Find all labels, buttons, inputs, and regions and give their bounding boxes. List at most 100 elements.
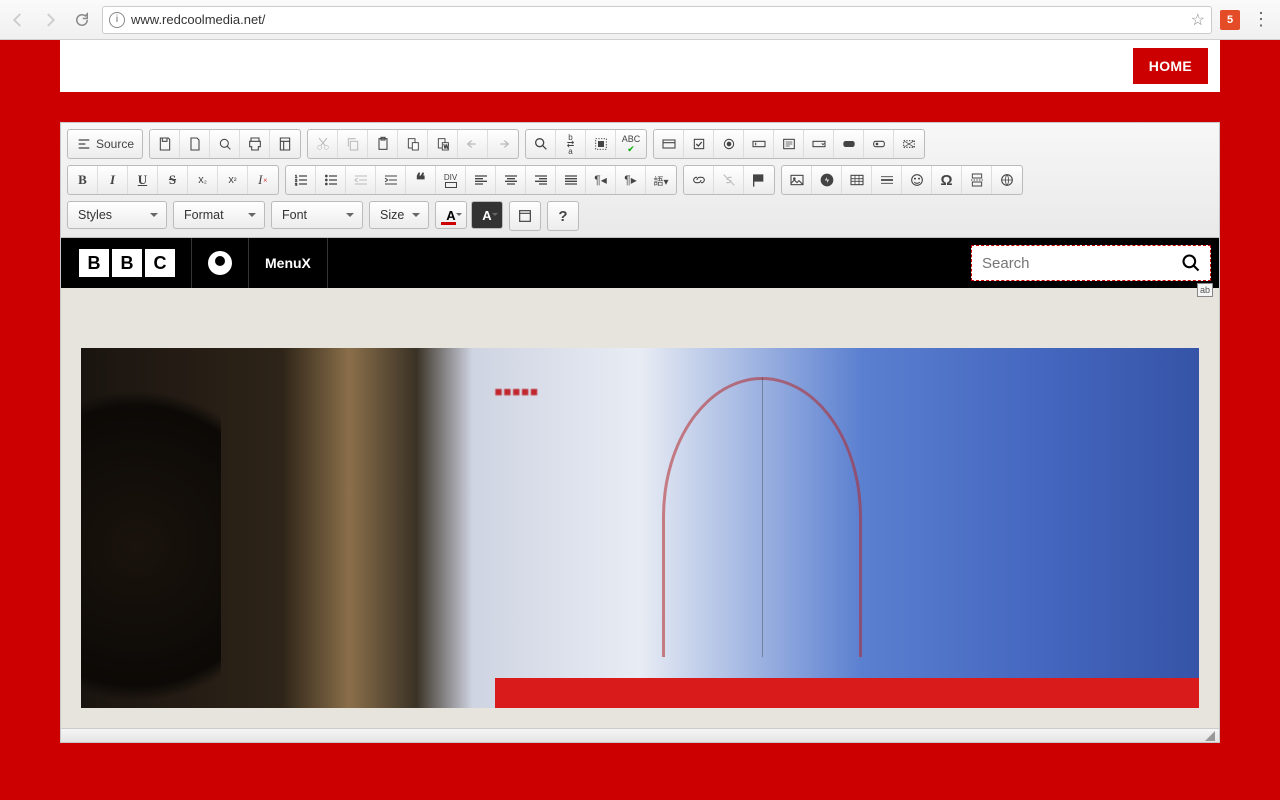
undo-button[interactable] bbox=[458, 130, 488, 158]
remove-format-button[interactable]: I× bbox=[248, 166, 278, 194]
imagebutton-button[interactable] bbox=[864, 130, 894, 158]
copy-button[interactable] bbox=[338, 130, 368, 158]
table-button[interactable] bbox=[842, 166, 872, 194]
superscript-button[interactable]: x² bbox=[218, 166, 248, 194]
new-page-button[interactable] bbox=[180, 130, 210, 158]
home-button[interactable]: HOME bbox=[1133, 48, 1208, 84]
text-color-button[interactable]: A bbox=[435, 201, 467, 229]
spellcheck-button[interactable]: ABC✔ bbox=[616, 130, 646, 158]
forward-button[interactable] bbox=[38, 8, 62, 32]
bookmark-star-icon[interactable]: ☆ bbox=[1191, 10, 1205, 30]
svg-text:3: 3 bbox=[295, 181, 298, 186]
hero-news-image[interactable]: ■■■■■ bbox=[81, 348, 1199, 708]
save-button[interactable] bbox=[150, 130, 180, 158]
hr-button[interactable] bbox=[872, 166, 902, 194]
textcolor-A: A bbox=[446, 208, 455, 223]
bbc-search-wrap: ab bbox=[971, 245, 1211, 281]
replace-bot: a bbox=[568, 148, 572, 155]
resize-grip-icon[interactable] bbox=[1205, 731, 1215, 741]
source-button[interactable]: Source bbox=[68, 130, 142, 158]
ckeditor-panel: Source W bbox=[60, 122, 1220, 743]
editor-content-area[interactable]: B B C MenuX ab ■■■■■ bbox=[61, 238, 1219, 728]
preview-button[interactable] bbox=[210, 130, 240, 158]
format-select[interactable]: Format bbox=[173, 201, 265, 229]
smiley-button[interactable] bbox=[902, 166, 932, 194]
strike-button[interactable]: S bbox=[158, 166, 188, 194]
outdent-button[interactable] bbox=[346, 166, 376, 194]
bbc-logo-c: C bbox=[145, 249, 175, 277]
site-info-icon[interactable]: i bbox=[109, 12, 125, 28]
news-ticker-banner bbox=[495, 678, 1199, 708]
reload-button[interactable] bbox=[70, 8, 94, 32]
spellcheck-badge: ab bbox=[1197, 283, 1213, 297]
textfield-button[interactable] bbox=[744, 130, 774, 158]
bbc-logo-b1: B bbox=[79, 249, 109, 277]
indent-button[interactable] bbox=[376, 166, 406, 194]
pagebreak-button[interactable] bbox=[962, 166, 992, 194]
link-button[interactable] bbox=[684, 166, 714, 194]
page-body: HOME Source bbox=[0, 40, 1280, 800]
align-center-button[interactable] bbox=[496, 166, 526, 194]
toolbar-row-3: Styles Format Font Size A A ? bbox=[67, 201, 1213, 231]
paste-button[interactable] bbox=[368, 130, 398, 158]
cut-button[interactable] bbox=[308, 130, 338, 158]
textarea-button[interactable] bbox=[774, 130, 804, 158]
anchor-button[interactable] bbox=[744, 166, 774, 194]
align-right-button[interactable] bbox=[526, 166, 556, 194]
align-left-button[interactable] bbox=[466, 166, 496, 194]
styles-select[interactable]: Styles bbox=[67, 201, 167, 229]
html5-extension-icon[interactable]: 5 bbox=[1220, 10, 1240, 30]
editor-statusbar bbox=[61, 728, 1219, 742]
bbc-logo-b2: B bbox=[112, 249, 142, 277]
align-justify-button[interactable] bbox=[556, 166, 586, 194]
redo-button[interactable] bbox=[488, 130, 518, 158]
div-container-button[interactable]: DIV bbox=[436, 166, 466, 194]
ltr-button[interactable]: ¶◂ bbox=[586, 166, 616, 194]
image-button[interactable] bbox=[782, 166, 812, 194]
bbc-logo[interactable]: B B C bbox=[79, 249, 175, 277]
paste-text-button[interactable] bbox=[398, 130, 428, 158]
editor-toolbar: Source W bbox=[61, 123, 1219, 238]
underline-button[interactable]: U bbox=[128, 166, 158, 194]
rtl-button[interactable]: ¶▸ bbox=[616, 166, 646, 194]
blockquote-button[interactable]: ❝ bbox=[406, 166, 436, 194]
address-bar[interactable]: i www.redcoolmedia.net/ ☆ bbox=[102, 6, 1212, 34]
button-field-button[interactable] bbox=[834, 130, 864, 158]
about-button[interactable]: ? bbox=[548, 202, 578, 230]
bbc-menu-button[interactable]: MenuX bbox=[265, 255, 311, 271]
find-button[interactable] bbox=[526, 130, 556, 158]
bgcolor-A: A bbox=[482, 208, 491, 223]
iframe-button[interactable] bbox=[992, 166, 1022, 194]
signin-icon[interactable] bbox=[208, 251, 232, 275]
browser-chrome: i www.redcoolmedia.net/ ☆ 5 ⋮ bbox=[0, 0, 1280, 40]
select-all-button[interactable] bbox=[586, 130, 616, 158]
form-button[interactable] bbox=[654, 130, 684, 158]
italic-button[interactable]: I bbox=[98, 166, 128, 194]
hiddenfield-button[interactable] bbox=[894, 130, 924, 158]
replace-button[interactable]: b⇄a bbox=[556, 130, 586, 158]
size-select[interactable]: Size bbox=[369, 201, 429, 229]
browser-menu-icon[interactable]: ⋮ bbox=[1248, 9, 1274, 30]
spellcheck-abc: ABC bbox=[622, 134, 641, 144]
bg-color-button[interactable]: A bbox=[471, 201, 503, 229]
unlink-button[interactable] bbox=[714, 166, 744, 194]
radio-button[interactable] bbox=[714, 130, 744, 158]
language-button[interactable]: 語▾ bbox=[646, 166, 676, 194]
checkbox-button[interactable] bbox=[684, 130, 714, 158]
select-field-button[interactable] bbox=[804, 130, 834, 158]
bulleted-list-button[interactable] bbox=[316, 166, 346, 194]
specialchar-button[interactable]: Ω bbox=[932, 166, 962, 194]
back-button[interactable] bbox=[6, 8, 30, 32]
search-icon[interactable] bbox=[1181, 253, 1201, 273]
maximize-button[interactable] bbox=[510, 202, 540, 230]
search-input[interactable] bbox=[971, 245, 1211, 281]
bold-button[interactable]: B bbox=[68, 166, 98, 194]
print-button[interactable] bbox=[240, 130, 270, 158]
source-label: Source bbox=[96, 137, 134, 151]
flash-button[interactable] bbox=[812, 166, 842, 194]
numbered-list-button[interactable]: 123 bbox=[286, 166, 316, 194]
subscript-button[interactable]: x₂ bbox=[188, 166, 218, 194]
font-select[interactable]: Font bbox=[271, 201, 363, 229]
paste-word-button[interactable]: W bbox=[428, 130, 458, 158]
templates-button[interactable] bbox=[270, 130, 300, 158]
